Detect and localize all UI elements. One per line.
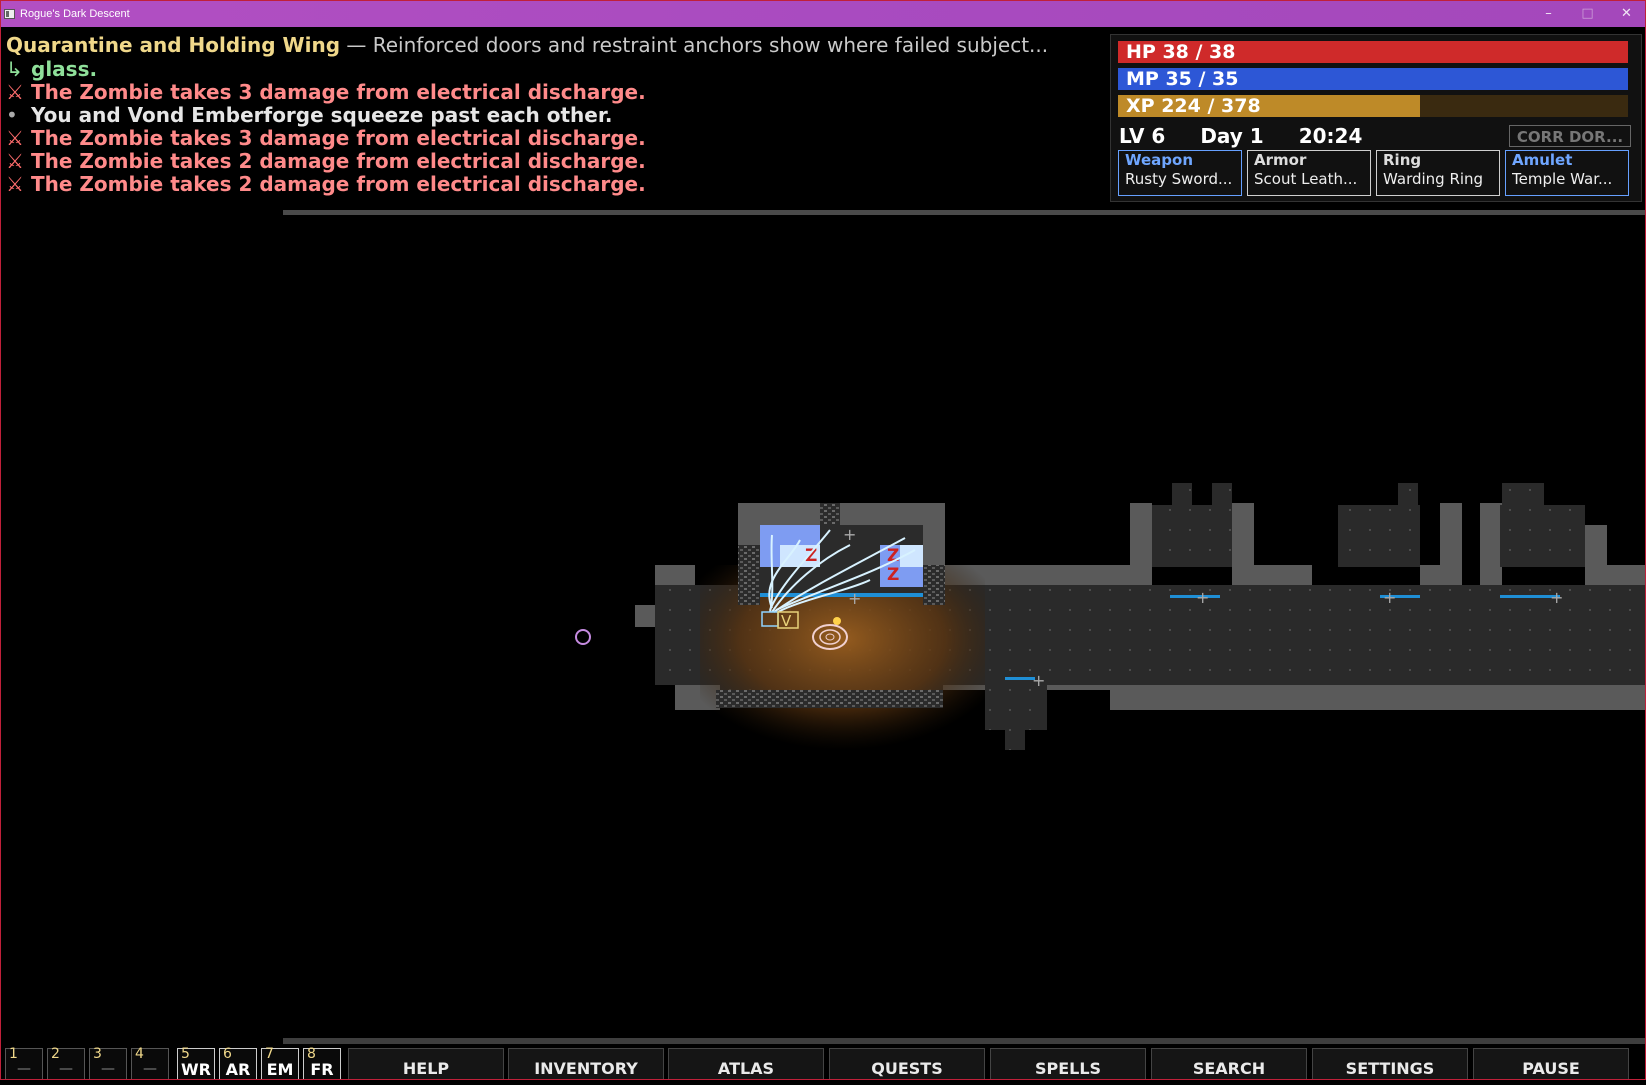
pause-button[interactable]: PAUSE xyxy=(1473,1048,1629,1080)
settings-button[interactable]: SETTINGS xyxy=(1312,1048,1468,1080)
brick-wall xyxy=(716,690,943,708)
wall-segment xyxy=(1480,503,1502,587)
floor-tile xyxy=(943,585,1646,685)
floor-tile xyxy=(1500,505,1585,567)
atlas-button[interactable]: ATLAS xyxy=(668,1048,824,1080)
target-cursor xyxy=(575,629,591,645)
floor-tile xyxy=(1502,483,1544,505)
inventory-button[interactable]: INVENTORY xyxy=(508,1048,664,1080)
search-button[interactable]: SEARCH xyxy=(1151,1048,1307,1080)
door-glyph: + xyxy=(848,589,861,608)
slot-label: — xyxy=(143,1061,157,1077)
hotbar-slot-7[interactable]: 7 EM xyxy=(261,1046,299,1080)
floor-tile xyxy=(1152,505,1232,567)
wall-segment xyxy=(635,605,657,627)
wall-segment xyxy=(1252,565,1312,587)
brick-wall xyxy=(923,565,945,605)
door-glyph: + xyxy=(843,525,856,544)
hotbar: 1 — 2 — 3 — 4 — 5 WR 6 AR 7 EM 8 FR HELP… xyxy=(0,1046,1646,1080)
floor-tile xyxy=(1212,483,1232,505)
slot-label: — xyxy=(17,1061,31,1077)
floor-tile xyxy=(1005,728,1025,750)
hotbar-slot-4[interactable]: 4 — xyxy=(131,1046,169,1080)
slot-number: 4 xyxy=(135,1046,144,1062)
dungeon-map[interactable]: Z Z Z V + + + + + + xyxy=(0,0,1646,1080)
hotbar-slot-3[interactable]: 3 — xyxy=(89,1046,127,1080)
brick-wall xyxy=(738,545,760,605)
door-glyph: + xyxy=(1383,588,1396,607)
quests-button[interactable]: QUESTS xyxy=(829,1048,985,1080)
hotbar-slot-1[interactable]: 1 — xyxy=(5,1046,43,1080)
slot-label: FR xyxy=(310,1060,334,1079)
brick-wall xyxy=(820,503,840,525)
wall-segment xyxy=(1605,565,1646,587)
companion-glyph: V xyxy=(781,612,792,630)
door-bar xyxy=(1170,595,1220,598)
hotbar-slot-8[interactable]: 8 FR xyxy=(303,1046,341,1080)
slot-number: 3 xyxy=(93,1046,102,1062)
wall-segment xyxy=(1585,525,1607,587)
spells-button[interactable]: SPELLS xyxy=(990,1048,1146,1080)
slot-label: EM xyxy=(266,1060,294,1079)
wall-segment xyxy=(655,565,695,587)
floor-tile xyxy=(1398,483,1418,505)
zombie-glyph: Z xyxy=(887,565,899,585)
slot-label: — xyxy=(101,1061,115,1077)
wall-segment xyxy=(738,503,945,528)
wall-segment xyxy=(1232,503,1254,587)
door-glyph: + xyxy=(1196,588,1209,607)
door-glyph: + xyxy=(1032,671,1045,690)
door-bar xyxy=(1005,677,1035,680)
slot-label: — xyxy=(59,1061,73,1077)
torch-flame xyxy=(833,617,841,625)
slot-label: AR xyxy=(225,1060,251,1079)
door-glyph: + xyxy=(1550,588,1563,607)
wall-segment xyxy=(1440,503,1462,587)
slot-label: WR xyxy=(181,1060,211,1079)
wall-segment xyxy=(1110,685,1646,710)
hotbar-slot-5[interactable]: 5 WR xyxy=(177,1046,215,1080)
hotbar-slot-6[interactable]: 6 AR xyxy=(219,1046,257,1080)
wall-segment xyxy=(1130,503,1152,587)
hotbar-slot-2[interactable]: 2 — xyxy=(47,1046,85,1080)
floor-tile xyxy=(985,685,1047,730)
help-button[interactable]: HELP xyxy=(348,1048,504,1080)
floor-tile xyxy=(1338,505,1420,567)
floor-tile xyxy=(1172,483,1192,505)
slot-number: 2 xyxy=(51,1046,60,1062)
map-bottom-border xyxy=(283,1038,1646,1044)
slot-number: 1 xyxy=(9,1046,18,1062)
